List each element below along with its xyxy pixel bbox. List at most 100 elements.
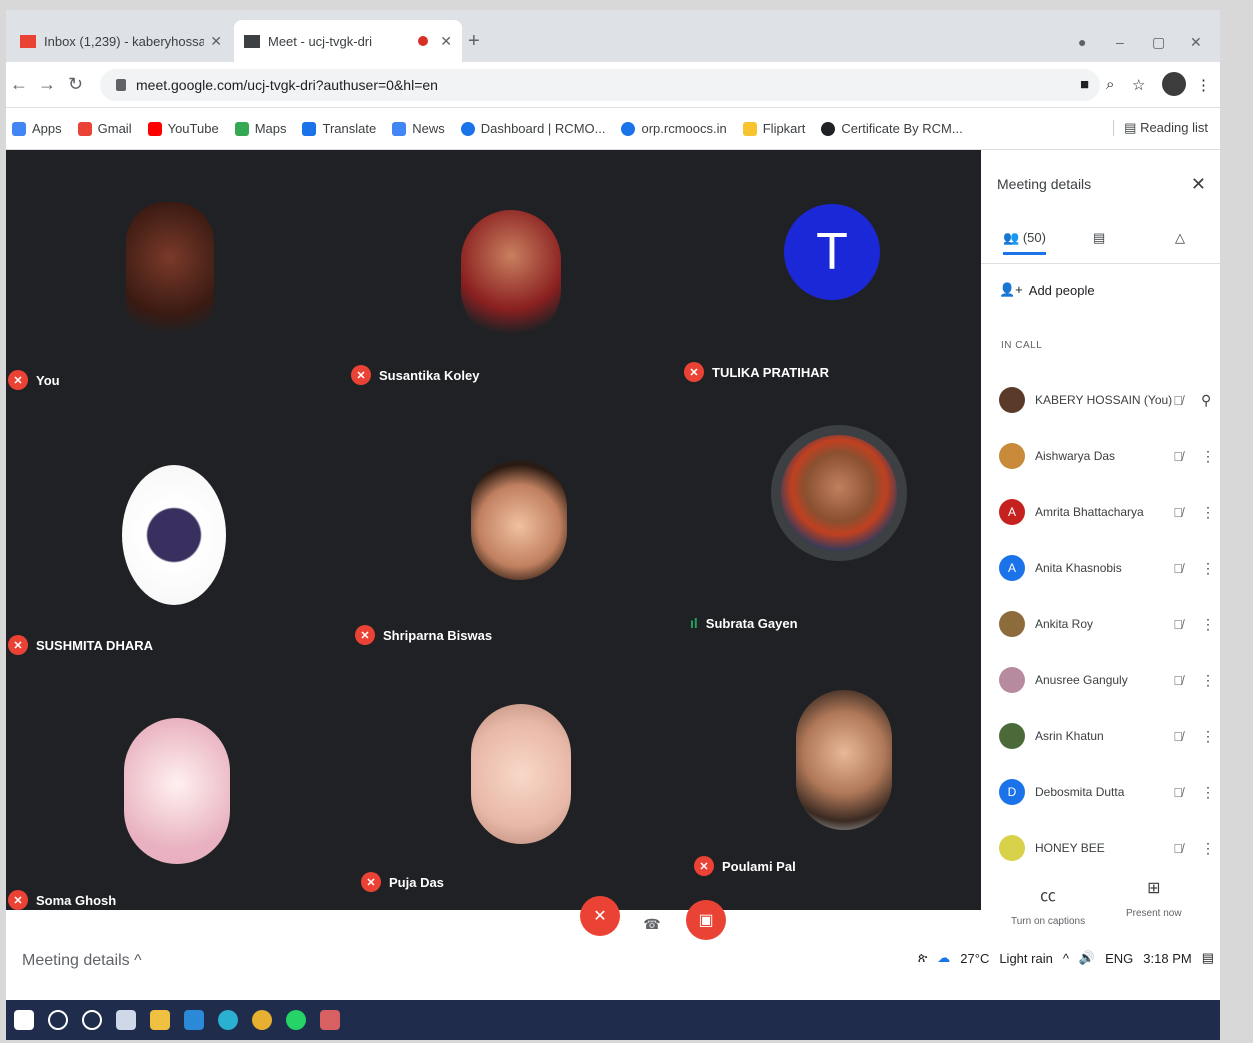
more-options-icon[interactable]: ⋮: [1201, 616, 1215, 633]
more-options-icon[interactable]: ⋮: [1201, 448, 1215, 465]
close-panel-icon[interactable]: ✕: [1191, 174, 1206, 195]
more-options-icon[interactable]: ⋮: [1201, 504, 1215, 521]
participant-tile[interactable]: ıl Subrata Gayen: [656, 405, 981, 655]
forward-icon[interactable]: →: [38, 74, 56, 95]
participant-name: ✕ Poulami Pal: [694, 856, 796, 876]
tab-gmail[interactable]: Inbox (1,239) - kaberyhossain@g ✕: [10, 20, 232, 62]
more-options-icon[interactable]: ⋮: [1216, 890, 1220, 910]
chrome-icon[interactable]: [252, 1010, 272, 1030]
more-options-icon[interactable]: ⋮: [1201, 560, 1215, 577]
mic-off-icon: ✕: [8, 635, 28, 655]
tab-strip: Inbox (1,239) - kaberyhossain@g ✕ Meet -…: [6, 10, 1220, 62]
more-options-icon[interactable]: ⋮: [1201, 672, 1215, 689]
participant-tile[interactable]: ✕ Susantika Koley: [331, 150, 656, 400]
address-bar[interactable]: meet.google.com/ucj-tvgk-dri?authuser=0&…: [100, 69, 1100, 101]
volume-icon[interactable]: 🔊: [1079, 950, 1095, 966]
bookmark-star-icon[interactable]: ☆: [1132, 76, 1145, 94]
bookmark-orp[interactable]: orp.rcmoocs.in: [621, 121, 727, 136]
bookmark-apps[interactable]: Apps: [12, 121, 62, 136]
reload-icon[interactable]: ↻: [68, 74, 83, 95]
cortana-icon[interactable]: [82, 1010, 102, 1030]
meeting-details-panel: Meeting details ✕ 👥 (50) ▤ △ 👤+ Add peop…: [981, 150, 1220, 910]
menu-kebab-icon[interactable]: ⋮: [1196, 76, 1211, 94]
camera-toggle-button[interactable]: ▣: [686, 900, 726, 940]
maximize-icon[interactable]: ▢: [1152, 34, 1165, 51]
reading-list-icon: ▤: [1124, 120, 1141, 135]
chrome-active-icon[interactable]: [320, 1010, 340, 1030]
notifications-icon[interactable]: ▤: [1202, 950, 1214, 966]
person-name: Ankita Roy: [1035, 617, 1094, 631]
mic-toggle-button[interactable]: ✕: [580, 896, 620, 936]
list-item[interactable]: D Debosmita Dutta 🎙̸ ⋮: [999, 764, 1215, 820]
language-indicator[interactable]: ENG: [1105, 951, 1133, 966]
profile-dot-icon[interactable]: ●: [1078, 34, 1086, 50]
participant-tile[interactable]: ✕ Soma Ghosh: [6, 660, 331, 910]
list-item[interactable]: Anusree Ganguly 🎙̸ ⋮: [999, 652, 1215, 708]
file-explorer-icon[interactable]: [150, 1010, 170, 1030]
participant-tile[interactable]: ✕ Poulami Pal: [656, 660, 981, 910]
captions-button[interactable]: ㏄ Turn on captions: [1011, 882, 1085, 927]
more-options-icon[interactable]: ⋮: [1201, 840, 1215, 857]
tab-activities[interactable]: △: [1175, 230, 1185, 246]
store-icon[interactable]: [184, 1010, 204, 1030]
tab-chat[interactable]: ▤: [1093, 230, 1105, 246]
back-icon[interactable]: ←: [10, 74, 28, 95]
chevron-up-icon[interactable]: ^: [1063, 951, 1069, 966]
list-item[interactable]: A Amrita Bhattacharya 🎙̸ ⋮: [999, 484, 1215, 540]
more-options-icon[interactable]: ⋮: [1201, 784, 1215, 801]
edge-icon[interactable]: [218, 1010, 238, 1030]
pin-icon[interactable]: ⚲: [1201, 392, 1211, 409]
participant-tile[interactable]: ✕ Shriparna Biswas: [331, 405, 656, 655]
meeting-details-button[interactable]: Meeting details ^: [22, 952, 142, 970]
leave-call-button[interactable]: ☎: [632, 904, 672, 944]
clock[interactable]: 3:18 PM: [1143, 951, 1191, 966]
url-text: meet.google.com/ucj-tvgk-dri?authuser=0&…: [136, 77, 438, 93]
participant-photo: [796, 690, 892, 830]
bookmark-flipkart[interactable]: Flipkart: [742, 121, 805, 136]
mic-off-icon: ✕: [8, 890, 28, 910]
windows-start-icon[interactable]: [14, 1010, 34, 1030]
person-icon[interactable]: ጵ: [918, 950, 928, 966]
list-item[interactable]: KABERY HOSSAIN (You) 🎙̸ ⚲: [999, 372, 1211, 428]
bookmark-dashboard[interactable]: Dashboard | RCMO...: [460, 121, 605, 136]
tab-meet[interactable]: Meet - ucj-tvgk-dri ✕: [234, 20, 462, 62]
close-tab-icon[interactable]: ✕: [210, 33, 222, 50]
more-options-icon[interactable]: ⋮: [1201, 728, 1215, 745]
bookmark-maps[interactable]: Maps: [234, 121, 286, 136]
participant-photo: [461, 210, 561, 340]
add-people-button[interactable]: 👤+ Add people: [999, 282, 1095, 298]
list-item[interactable]: HONEY BEE 🎙̸ ⋮: [999, 820, 1215, 876]
minimize-icon[interactable]: –: [1116, 34, 1124, 50]
new-tab-icon[interactable]: +: [468, 30, 480, 53]
mic-off-icon: ✕: [355, 625, 375, 645]
bookmark-news[interactable]: News: [392, 121, 445, 136]
list-item[interactable]: Ankita Roy 🎙̸ ⋮: [999, 596, 1215, 652]
close-tab-icon[interactable]: ✕: [440, 33, 452, 50]
reading-list[interactable]: ▤ Reading list: [1113, 120, 1208, 136]
bookmark-certificate[interactable]: Certificate By RCM...: [821, 121, 963, 136]
search-icon[interactable]: [48, 1010, 68, 1030]
meet-bottom-bar: Meeting details ^ ✕ ☎ ▣ ㏄ Turn on captio…: [6, 880, 1220, 1000]
close-window-icon[interactable]: ✕: [1190, 34, 1202, 51]
list-item[interactable]: Asrin Khatun 🎙̸ ⋮: [999, 708, 1215, 764]
tab-people[interactable]: 👥 (50): [1003, 230, 1046, 255]
camera-off-icon: ▣: [698, 912, 714, 929]
participant-tile[interactable]: ✕ SUSHMITA DHARA: [6, 405, 331, 655]
tab-title: Meet - ucj-tvgk-dri: [268, 33, 373, 49]
participant-tile[interactable]: ✕ You: [6, 150, 331, 400]
whatsapp-icon[interactable]: [286, 1010, 306, 1030]
bookmark-youtube[interactable]: YouTube: [147, 121, 219, 136]
present-now-button[interactable]: ⊞ Present now: [1126, 878, 1182, 919]
bookmark-gmail[interactable]: Gmail: [77, 121, 132, 136]
participant-tile[interactable]: ✕ Puja Das: [331, 660, 656, 910]
avatar: [999, 443, 1025, 469]
task-view-icon[interactable]: [116, 1010, 136, 1030]
participant-tile[interactable]: T ✕ TULIKA PRATIHAR: [656, 150, 981, 400]
mic-off-icon: 🎙̸: [1173, 504, 1183, 520]
list-item[interactable]: Aishwarya Das 🎙̸ ⋮: [999, 428, 1215, 484]
profile-avatar[interactable]: [1162, 72, 1186, 96]
camera-indicator-icon[interactable]: ■: [1080, 76, 1089, 93]
list-item[interactable]: A Anita Khasnobis 🎙̸ ⋮: [999, 540, 1215, 596]
bookmark-translate[interactable]: Translate: [302, 121, 376, 136]
zoom-icon[interactable]: ⌕: [1106, 76, 1114, 93]
